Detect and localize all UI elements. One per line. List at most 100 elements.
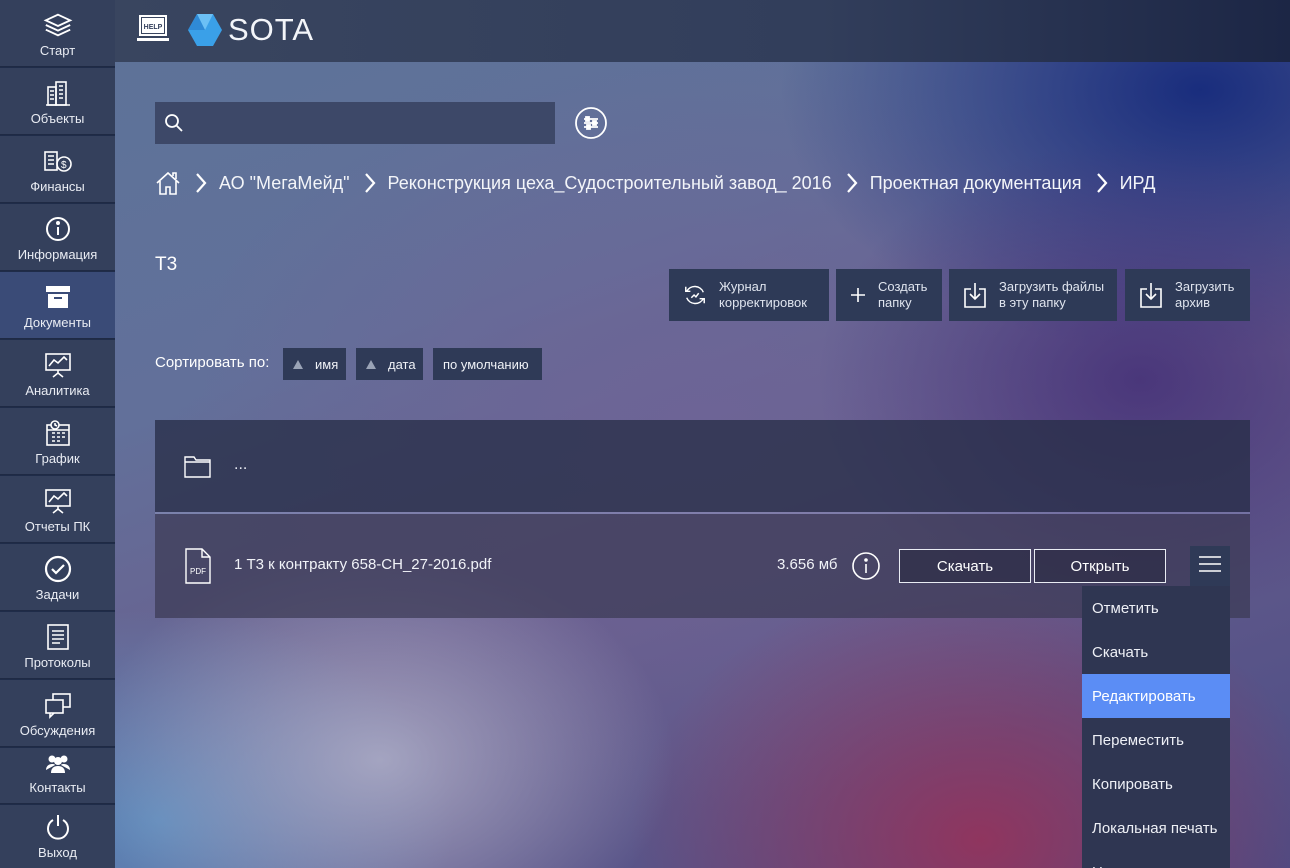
home-icon[interactable]: [155, 169, 181, 197]
menu-item-cut-off[interactable]: Н: [1082, 850, 1230, 868]
more-menu-button[interactable]: [1190, 546, 1230, 586]
people-icon: [43, 748, 73, 777]
finance-icon: $: [43, 146, 73, 176]
sidebar-item-label: Аналитика: [25, 383, 90, 398]
info-icon[interactable]: [851, 551, 881, 586]
sidebar-item-label: Обсуждения: [19, 723, 96, 738]
menu-item-local-print[interactable]: Локальная печать: [1082, 806, 1230, 850]
chat-windows-icon: [43, 690, 73, 720]
help-label: HELP: [144, 24, 163, 31]
breadcrumb-item[interactable]: АО "МегаМейд": [219, 173, 350, 194]
logo-hexagon-icon: [187, 13, 223, 52]
chevron-right-icon: [195, 171, 209, 195]
chevron-right-icon: [1096, 171, 1110, 195]
open-button[interactable]: Открыть: [1034, 549, 1166, 583]
sliders-icon: [575, 107, 607, 143]
sidebar-item-label: Старт: [39, 43, 76, 58]
sort-default-button[interactable]: по умолчанию: [433, 348, 542, 380]
buildings-icon: [43, 78, 73, 108]
sidebar-item-start[interactable]: Старт: [0, 0, 115, 67]
sidebar-item-discussions[interactable]: Обсуждения: [0, 680, 115, 747]
pdf-file-icon: PDF: [184, 548, 212, 589]
context-menu: Отметить Скачать Редактировать Перемести…: [1082, 586, 1230, 868]
sidebar-item-label: Выход: [38, 845, 77, 860]
sidebar-item-finance[interactable]: $ Финансы: [0, 136, 115, 203]
sidebar-item-label: График: [35, 451, 80, 466]
plus-icon: [846, 280, 870, 310]
archive-box-icon: [43, 282, 73, 312]
breadcrumb: АО "МегаМейд" Реконструкция цеха_Судостр…: [155, 168, 1156, 198]
sidebar-item-label: Протоколы: [24, 655, 91, 670]
menu-item-download[interactable]: Скачать: [1082, 630, 1230, 674]
document-list-icon: [43, 622, 73, 652]
svg-text:$: $: [61, 160, 67, 171]
sidebar-item-objects[interactable]: Объекты: [0, 68, 115, 135]
layers-icon: [43, 10, 73, 40]
presentation-chart-icon: [43, 350, 73, 380]
sort-option-label: дата: [388, 356, 416, 372]
sidebar: Старт Объекты $ Финансы Информация Докум…: [0, 0, 115, 868]
power-icon: [43, 812, 73, 842]
sidebar-item-protocols[interactable]: Протоколы: [0, 612, 115, 679]
sidebar-item-documents[interactable]: Документы: [0, 272, 115, 339]
create-folder-button-label: Создать папку: [878, 279, 928, 310]
chevron-right-icon: [846, 171, 860, 195]
download-button[interactable]: Скачать: [899, 549, 1031, 583]
file-size: 3.656 мб: [777, 556, 838, 573]
sort-option-label: по умолчанию: [443, 356, 529, 372]
breadcrumb-item[interactable]: Проектная документация: [870, 173, 1082, 194]
calendar-clock-icon: [43, 418, 73, 448]
triangle-up-icon: [293, 359, 303, 369]
menu-item-edit[interactable]: Редактировать: [1082, 674, 1230, 718]
help-icon[interactable]: HELP: [137, 14, 169, 49]
sidebar-item-logout[interactable]: Выход: [0, 805, 115, 868]
menu-item-move[interactable]: Переместить: [1082, 718, 1230, 762]
upload-files-button[interactable]: Загрузить файлы в эту папку: [949, 269, 1117, 321]
sidebar-item-reports[interactable]: Отчеты ПК: [0, 476, 115, 543]
parent-folder-row[interactable]: ...: [155, 420, 1250, 512]
sidebar-item-analytics[interactable]: Аналитика: [0, 340, 115, 407]
upload-archive-button-label: Загрузить архив: [1175, 279, 1235, 310]
triangle-up-icon: [366, 359, 376, 369]
sidebar-item-label: Контакты: [29, 780, 86, 795]
search-icon: [164, 113, 184, 138]
journal-button[interactable]: Журнал корректировок: [669, 269, 829, 321]
search-input[interactable]: [195, 102, 545, 144]
sidebar-item-label: Отчеты ПК: [24, 519, 91, 534]
info-icon: [43, 214, 73, 244]
create-folder-button[interactable]: Создать папку: [836, 269, 942, 321]
parent-folder-label: ...: [234, 456, 248, 473]
presentation-chart-icon: [43, 486, 73, 516]
search-box: [155, 102, 555, 144]
sort-option-label: имя: [315, 356, 339, 372]
page-title: Т3: [155, 254, 178, 275]
breadcrumb-item[interactable]: ИРД: [1120, 173, 1156, 194]
filter-settings-button[interactable]: [575, 107, 607, 139]
file-type-label: PDF: [190, 567, 206, 576]
sidebar-item-schedule[interactable]: График: [0, 408, 115, 475]
chevron-right-icon: [364, 171, 378, 195]
breadcrumb-item[interactable]: Реконструкция цеха_Судостроительный заво…: [388, 173, 832, 194]
upload-archive-button[interactable]: Загрузить архив: [1125, 269, 1250, 321]
download-tray-icon: [963, 280, 987, 310]
sidebar-item-label: Задачи: [35, 587, 80, 602]
top-bar: HELP SOTA: [115, 0, 1290, 62]
sidebar-item-label: Документы: [23, 315, 91, 330]
menu-item-mark[interactable]: Отметить: [1082, 586, 1230, 630]
sidebar-item-contacts[interactable]: Контакты: [0, 748, 115, 804]
sort-by-date-button[interactable]: дата: [356, 348, 423, 380]
sidebar-item-information[interactable]: Информация: [0, 204, 115, 271]
sidebar-item-label: Финансы: [30, 179, 85, 194]
upload-files-button-label: Загрузить файлы в эту папку: [999, 279, 1105, 310]
sort-label: Сортировать по:: [155, 354, 270, 371]
file-name[interactable]: 1 Т3 к контракту 658-СН_27-2016.pdf: [234, 556, 491, 573]
journal-button-label: Журнал корректировок: [719, 279, 807, 310]
sidebar-item-tasks[interactable]: Задачи: [0, 544, 115, 611]
download-tray-icon: [1139, 280, 1163, 310]
menu-item-copy[interactable]: Копировать: [1082, 762, 1230, 806]
sort-by-name-button[interactable]: имя: [283, 348, 346, 380]
folder-icon: [184, 454, 211, 483]
check-circle-icon: [43, 554, 73, 584]
sidebar-item-label: Объекты: [30, 111, 85, 126]
sidebar-item-label: Информация: [17, 247, 98, 262]
